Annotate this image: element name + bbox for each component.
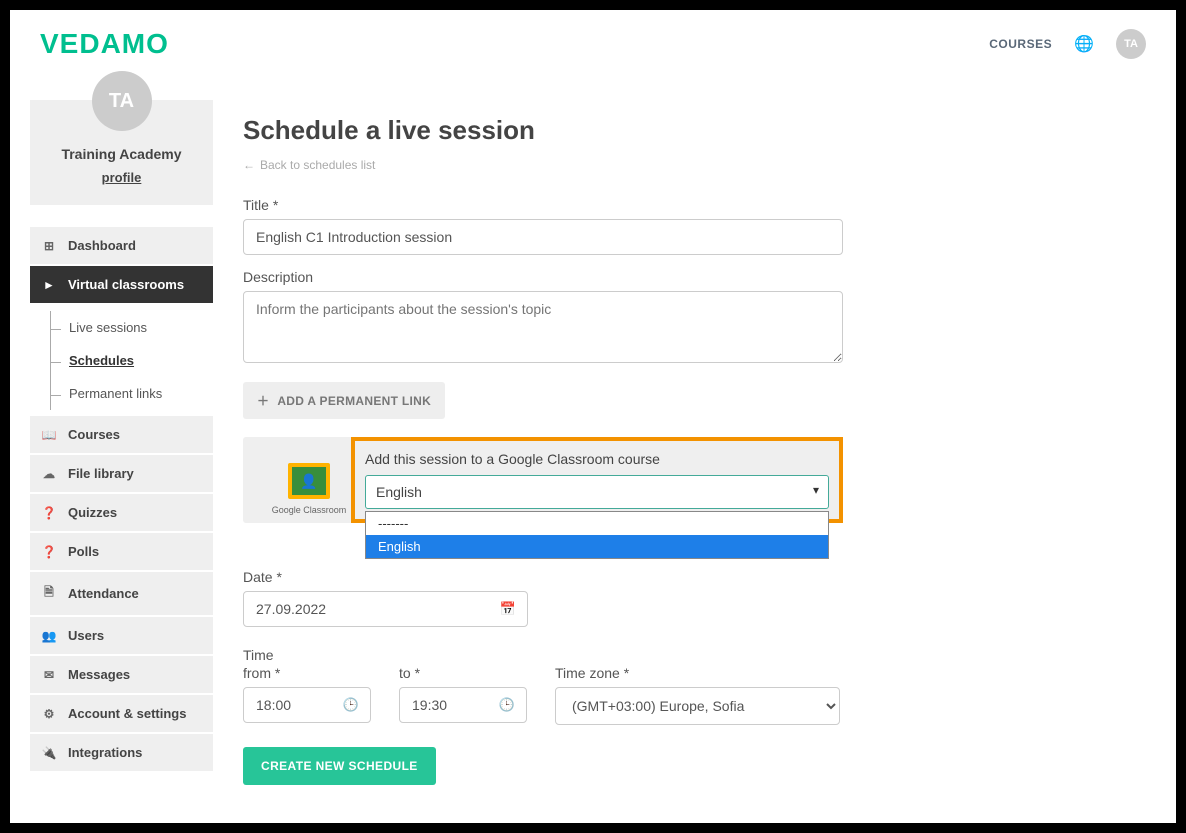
add-permanent-link-button[interactable]: ＋ ADD A PERMANENT LINK <box>243 382 445 419</box>
book-icon: 📖 <box>42 428 56 442</box>
subnav-schedules[interactable]: Schedules <box>50 344 213 377</box>
sidebar-nav: ⊞ Dashboard ► Virtual classrooms Live se… <box>30 227 213 773</box>
sidebar-item-dashboard[interactable]: ⊞ Dashboard <box>30 227 213 266</box>
timezone-label: Time zone * <box>555 665 840 681</box>
topnav-courses-link[interactable]: COURSES <box>989 37 1052 51</box>
dashboard-icon: ⊞ <box>42 239 56 253</box>
envelope-icon: ✉ <box>42 668 56 682</box>
perm-link-label: ADD A PERMANENT LINK <box>277 394 431 408</box>
play-icon: ► <box>42 278 56 292</box>
question-icon: ❓ <box>42 506 56 520</box>
create-schedule-button[interactable]: CREATE NEW SCHEDULE <box>243 747 436 785</box>
sidebar-item-file-library[interactable]: ☁ File library <box>30 455 213 494</box>
page-title: Schedule a live session <box>243 115 1156 146</box>
sidebar-item-attendance[interactable]: 🗎 Attendance <box>30 572 213 617</box>
plus-icon: ＋ <box>257 392 269 409</box>
sidebar-item-label: Attendance <box>68 586 139 601</box>
plug-icon: 🔌 <box>42 746 56 760</box>
time-from-label: from * <box>243 665 371 681</box>
gc-icon-label: Google Classroom <box>255 505 363 515</box>
sidebar-item-label: Virtual classrooms <box>68 277 184 292</box>
gc-course-select[interactable]: English <box>365 475 829 509</box>
sidebar-item-label: Dashboard <box>68 238 136 253</box>
title-label: Title * <box>243 197 1156 213</box>
google-classroom-icon: 👤 <box>288 463 330 499</box>
back-link[interactable]: ← Back to schedules list <box>243 158 375 172</box>
arrow-left-icon: ← <box>243 158 255 172</box>
sidebar-item-label: Users <box>68 628 104 643</box>
sidebar-item-integrations[interactable]: 🔌 Integrations <box>30 734 213 773</box>
globe-icon[interactable]: 🌐 <box>1074 34 1094 54</box>
sidebar-item-virtual-classrooms[interactable]: ► Virtual classrooms <box>30 266 213 305</box>
sidebar-item-account-settings[interactable]: ⚙ Account & settings <box>30 695 213 734</box>
gc-course-dropdown: ------- English <box>365 511 829 559</box>
sidebar-item-courses[interactable]: 📖 Courses <box>30 416 213 455</box>
back-link-label: Back to schedules list <box>260 158 375 172</box>
sidebar-item-label: Quizzes <box>68 505 117 520</box>
sidebar-item-quizzes[interactable]: ❓ Quizzes <box>30 494 213 533</box>
gc-title: Add this session to a Google Classroom c… <box>365 451 829 467</box>
date-input[interactable] <box>243 591 528 627</box>
gc-option-english[interactable]: English <box>366 535 828 558</box>
date-label: Date * <box>243 569 1156 585</box>
sidebar-item-label: Courses <box>68 427 120 442</box>
sidebar-item-label: Messages <box>68 667 130 682</box>
users-icon: 👥 <box>42 629 56 643</box>
timezone-select[interactable]: (GMT+03:00) Europe, Sofia <box>555 687 840 725</box>
gc-option-none[interactable]: ------- <box>366 512 828 535</box>
sidebar-item-label: File library <box>68 466 134 481</box>
brand-logo[interactable]: VEDAMO <box>40 28 169 60</box>
title-input[interactable] <box>243 219 843 255</box>
org-name: Training Academy <box>30 146 213 162</box>
sidebar-item-users[interactable]: 👥 Users <box>30 617 213 656</box>
time-to-input[interactable] <box>399 687 527 723</box>
google-classroom-block: 👤 Google Classroom Add this session to a… <box>243 437 843 523</box>
time-heading: Time <box>243 647 527 663</box>
question-icon: ❓ <box>42 545 56 559</box>
sidebar-item-polls[interactable]: ❓ Polls <box>30 533 213 572</box>
subnav-permanent-links[interactable]: Permanent links <box>50 377 213 410</box>
google-classroom-badge: 👤 Google Classroom <box>255 445 363 515</box>
cloud-icon: ☁ <box>42 467 56 481</box>
avatar-large: TA <box>92 71 152 131</box>
profile-box: TA Training Academy profile <box>30 100 213 205</box>
sidebar-item-label: Integrations <box>68 745 142 760</box>
avatar[interactable]: TA <box>1116 29 1146 59</box>
description-textarea[interactable] <box>243 291 843 363</box>
document-icon: 🗎 <box>42 583 56 604</box>
description-label: Description <box>243 269 1156 285</box>
gear-icon: ⚙ <box>42 707 56 721</box>
sidebar-item-messages[interactable]: ✉ Messages <box>30 656 213 695</box>
subnav-live-sessions[interactable]: Live sessions <box>50 311 213 344</box>
sidebar-item-label: Polls <box>68 544 99 559</box>
profile-link[interactable]: profile <box>102 170 142 185</box>
time-from-input[interactable] <box>243 687 371 723</box>
sidebar-item-label: Account & settings <box>68 706 186 721</box>
time-to-label: to * <box>399 665 527 681</box>
